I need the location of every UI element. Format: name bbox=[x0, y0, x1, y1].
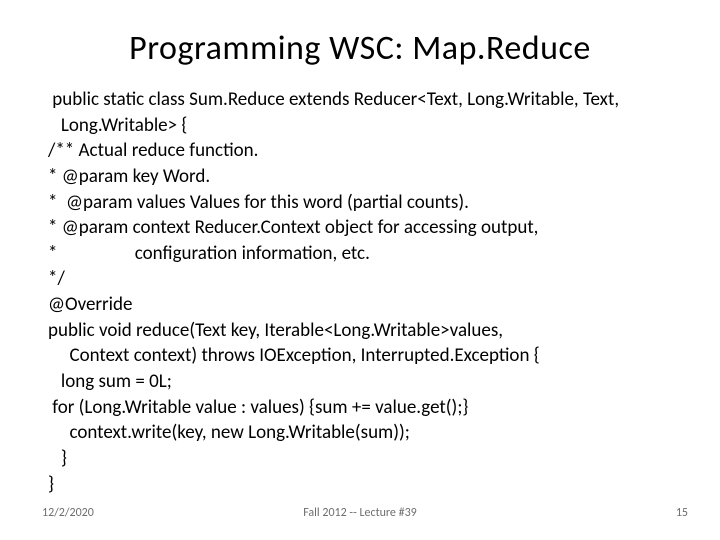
code-line: */ bbox=[48, 266, 682, 292]
slide-title: Programming WSC: Map.Reduce bbox=[30, 28, 690, 69]
code-line: * @param context Reducer.Context object … bbox=[48, 215, 682, 241]
code-line: @Override bbox=[48, 292, 682, 318]
code-line: public void reduce(Text key, Iterable<Lo… bbox=[48, 318, 682, 344]
code-line: Context context) throws IOException, Int… bbox=[48, 343, 682, 369]
code-line: } bbox=[48, 446, 682, 472]
code-line: * @param key Word. bbox=[48, 164, 682, 190]
footer-center: Fall 2012 -- Lecture #39 bbox=[0, 506, 720, 520]
code-line: Long.Writable> { bbox=[48, 113, 682, 139]
code-line: context.write(key, new Long.Writable(sum… bbox=[48, 420, 682, 446]
footer-page-number: 15 bbox=[676, 506, 688, 520]
code-line: /** Actual reduce function. bbox=[48, 138, 682, 164]
code-line: public static class Sum.Reduce extends R… bbox=[48, 87, 682, 113]
code-block: public static class Sum.Reduce extends R… bbox=[30, 87, 690, 497]
slide: Programming WSC: Map.Reduce public stati… bbox=[0, 0, 720, 540]
code-line: * configuration information, etc. bbox=[48, 241, 682, 267]
code-line: for (Long.Writable value : values) {sum … bbox=[48, 395, 682, 421]
code-line: * @param values Values for this word (pa… bbox=[48, 190, 682, 216]
code-line: long sum = 0L; bbox=[48, 369, 682, 395]
code-line: } bbox=[48, 472, 682, 498]
